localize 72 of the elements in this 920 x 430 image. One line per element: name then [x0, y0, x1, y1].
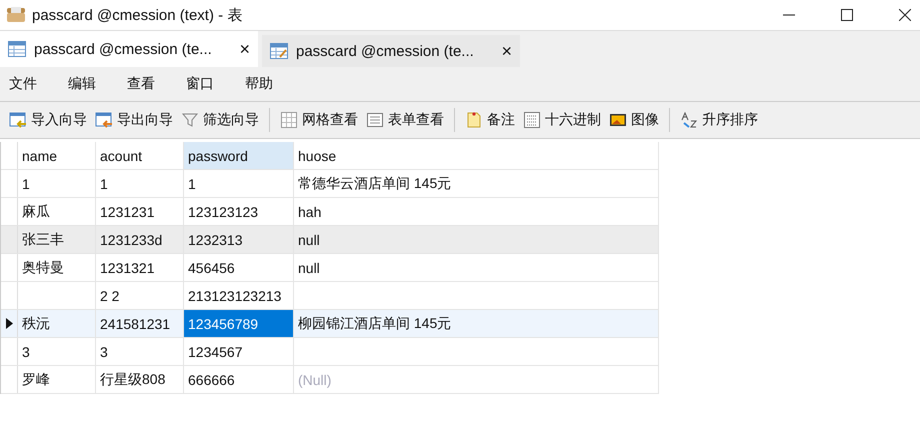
tab[interactable]: passcard @cmession (te... ×	[262, 35, 520, 67]
table-cell: 麻瓜	[22, 202, 50, 220]
table-cell: 241581231	[100, 316, 170, 332]
image-icon	[609, 111, 627, 129]
table-cell: 3	[100, 344, 108, 360]
current-row-icon	[6, 318, 12, 329]
table-cell: null	[298, 260, 320, 276]
close-tab-button[interactable]: ×	[239, 38, 250, 60]
table-cell: 罗峰	[22, 370, 50, 388]
table-cell: 秩沅	[22, 314, 50, 332]
table-cell: 奥特曼	[22, 258, 64, 276]
tab[interactable]: passcard @cmession (te... ×	[0, 31, 258, 67]
table-row[interactable]: 秩沅 241581231 123456789 柳园锦江酒店单间 145元	[1, 310, 659, 338]
menu-item[interactable]: 窗口	[186, 75, 214, 93]
table-cell: 666666	[188, 372, 235, 388]
table-cell: 1234567	[188, 344, 243, 360]
database-icon	[6, 6, 26, 24]
table-cell: 行星级808	[100, 370, 166, 388]
table-row[interactable]: 奥特曼 1231321 456456 null	[1, 254, 659, 282]
table-cell: 1231231	[100, 204, 155, 220]
filter-icon	[181, 111, 199, 129]
column-header[interactable]: huose	[294, 142, 659, 169]
table-cell: 123123123	[188, 204, 258, 220]
table-cell: 3	[22, 344, 30, 360]
table-cell: 2 2	[100, 288, 120, 304]
note-icon	[465, 111, 483, 129]
grid-icon	[280, 111, 298, 129]
table-cell: 张三丰	[22, 230, 64, 248]
table-cell: 柳园锦江酒店单间 145元	[298, 314, 452, 332]
toolbar-button[interactable]: 备注	[461, 105, 519, 135]
hex-grid-icon	[523, 111, 541, 129]
toolbar-button[interactable]: 导入向导	[5, 105, 91, 135]
table-cell: 1232313	[188, 232, 243, 248]
table-cell: (Null)	[298, 372, 332, 388]
table-row[interactable]: 1 1 1 常德华云酒店单间 145元	[1, 170, 659, 198]
toolbar-button[interactable]: 导出向导	[91, 105, 177, 135]
table-row[interactable]: 张三丰 1231233d 1232313 null	[1, 226, 659, 254]
table-cell: hah	[298, 204, 322, 220]
form-icon	[366, 111, 384, 129]
table-cell: 1231233d	[100, 232, 162, 248]
close-icon[interactable]	[899, 9, 911, 21]
table-cell: 1231321	[100, 260, 155, 276]
table-icon	[8, 41, 26, 57]
toolbar-button[interactable]: 十六进制	[519, 105, 605, 135]
table-row[interactable]: 3 3 1234567	[1, 338, 659, 366]
table-cell: 213123123213	[188, 288, 282, 304]
menu-item[interactable]: 编辑	[68, 75, 96, 93]
toolbar-button[interactable]: 筛选向导	[177, 105, 263, 135]
toolbar-button[interactable]: 升序排序	[676, 105, 762, 135]
close-tab-button[interactable]: ×	[501, 40, 512, 62]
toolbar-button[interactable]: 表单查看	[362, 105, 448, 135]
toolbar-button[interactable]: 网格查看	[276, 105, 362, 135]
export-icon	[95, 111, 113, 129]
sort-icon	[680, 111, 698, 129]
maximize-icon[interactable]	[841, 9, 853, 21]
menu-item[interactable]: 查看	[127, 75, 155, 93]
table-cell: null	[298, 232, 320, 248]
column-header[interactable]: password	[184, 142, 294, 169]
table-row[interactable]: 罗峰 行星级808 666666 (Null)	[1, 366, 659, 394]
import-icon	[9, 111, 27, 129]
table-edit-icon	[270, 43, 288, 59]
menu-item[interactable]: 帮助	[245, 75, 273, 93]
table-cell: 常德华云酒店单间 145元	[298, 174, 452, 192]
table-cell: 456456	[188, 260, 235, 276]
table-cell: 123456789	[188, 316, 258, 332]
toolbar-button[interactable]: 图像	[605, 105, 663, 135]
table-cell: 1	[22, 176, 30, 192]
table-cell: 1	[100, 176, 108, 192]
window-title: passcard @cmession (text) - 表	[32, 6, 242, 24]
table-cell: 1	[188, 176, 196, 192]
column-header[interactable]: name	[18, 142, 96, 169]
menu-item[interactable]: 文件	[9, 75, 37, 93]
